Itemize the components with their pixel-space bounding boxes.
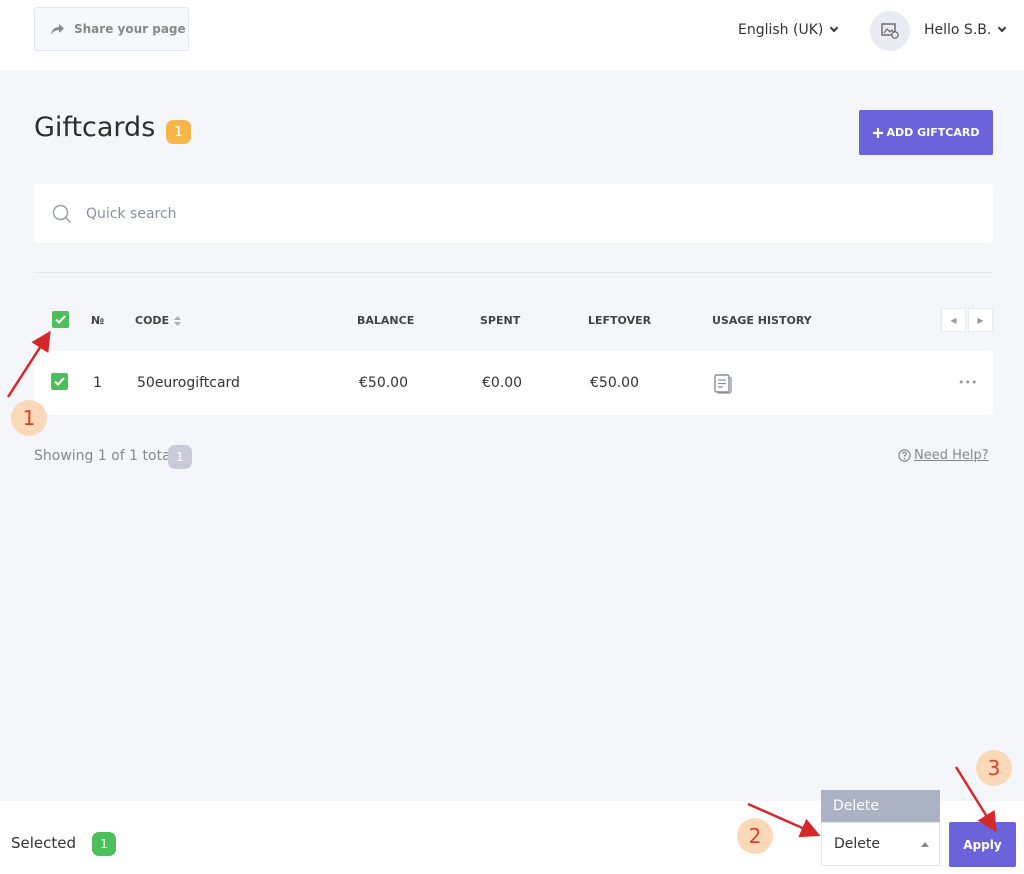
apply-button[interactable]: Apply bbox=[949, 822, 1016, 867]
add-giftcard-button[interactable]: ADD GIFTCARD bbox=[859, 110, 993, 155]
top-bar: Share your page English (UK) Hello S.B. bbox=[0, 0, 1024, 70]
sort-icon bbox=[174, 315, 182, 326]
add-giftcard-label: ADD GIFTCARD bbox=[886, 126, 980, 139]
row-code: 50eurogiftcard bbox=[137, 375, 240, 391]
column-header-code[interactable]: CODE bbox=[135, 314, 182, 327]
help-icon bbox=[898, 449, 911, 462]
chevron-right-icon[interactable]: ▶ bbox=[968, 308, 993, 332]
check-icon bbox=[54, 377, 65, 386]
dropdown-option-delete[interactable]: Delete bbox=[821, 790, 940, 822]
language-selector[interactable]: English (UK) bbox=[738, 22, 839, 38]
row-number: 1 bbox=[93, 375, 102, 391]
column-header-code-label: CODE bbox=[135, 314, 170, 327]
column-header-usage-history: USAGE HISTORY bbox=[712, 314, 812, 327]
user-image-icon bbox=[881, 23, 899, 39]
column-header-balance: BALANCE bbox=[357, 314, 415, 327]
more-icon[interactable]: ••• bbox=[958, 376, 977, 389]
share-page-label: Share your page bbox=[74, 22, 186, 36]
giftcard-count-badge: 1 bbox=[166, 120, 191, 144]
chevron-left-icon[interactable]: ◀ bbox=[941, 308, 966, 332]
search-icon bbox=[52, 204, 72, 223]
column-pager: ◀ ▶ bbox=[941, 308, 993, 332]
search-input[interactable] bbox=[86, 205, 906, 222]
language-label: English (UK) bbox=[738, 22, 824, 38]
receipt-icon[interactable] bbox=[713, 374, 733, 394]
row-balance: €50.00 bbox=[359, 375, 408, 391]
select-all-checkbox[interactable] bbox=[52, 311, 69, 328]
page-title: Giftcards bbox=[34, 112, 156, 143]
chevron-down-icon bbox=[830, 23, 839, 33]
selected-label: Selected bbox=[11, 834, 77, 852]
column-header-number: № bbox=[91, 314, 105, 327]
need-help-link[interactable]: Need Help? bbox=[898, 448, 989, 463]
bulk-action-value: Delete bbox=[834, 836, 880, 852]
step-marker-3: 3 bbox=[976, 750, 1012, 786]
showing-text: Showing 1 of 1 total bbox=[34, 448, 175, 464]
bulk-action-select[interactable]: Delete bbox=[821, 822, 940, 866]
column-header-leftover: LEFTOVER bbox=[588, 314, 652, 327]
share-icon bbox=[51, 23, 64, 35]
step-marker-1: 1 bbox=[11, 400, 47, 436]
check-icon bbox=[55, 315, 66, 324]
row-leftover: €50.00 bbox=[590, 375, 639, 391]
divider bbox=[34, 272, 993, 273]
row-checkbox[interactable] bbox=[51, 373, 68, 390]
avatar[interactable] bbox=[870, 11, 910, 51]
need-help-label: Need Help? bbox=[914, 448, 989, 463]
user-menu[interactable]: Hello S.B. bbox=[924, 22, 1007, 38]
column-header-spent: SPENT bbox=[480, 314, 521, 327]
selected-count-badge: 1 bbox=[92, 832, 116, 856]
step-marker-2: 2 bbox=[737, 818, 773, 854]
plus-icon bbox=[872, 127, 883, 138]
chevron-down-icon bbox=[998, 23, 1007, 33]
search-bar bbox=[34, 184, 993, 243]
row-spent: €0.00 bbox=[482, 375, 523, 391]
total-count-badge: 1 bbox=[168, 445, 192, 469]
share-page-button[interactable]: Share your page bbox=[34, 7, 189, 51]
caret-up-icon bbox=[921, 842, 929, 847]
user-greeting: Hello S.B. bbox=[924, 22, 992, 38]
